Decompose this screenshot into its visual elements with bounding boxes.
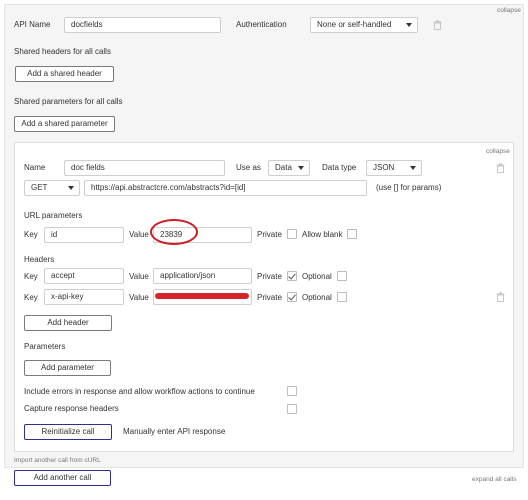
shared-headers-label: Shared headers for all calls: [14, 47, 111, 56]
http-method-value: GET: [31, 183, 48, 192]
highlight-annotation: [150, 219, 198, 245]
chevron-down-icon: [68, 186, 74, 190]
collapse-link[interactable]: collapse: [497, 6, 521, 16]
url-input[interactable]: https://api.abstractcre.com/abstracts?id…: [84, 180, 367, 196]
redaction-mark: [155, 293, 249, 299]
call-name-input[interactable]: doc fields: [64, 160, 225, 176]
header-optional-checkbox[interactable]: [337, 292, 347, 302]
allow-blank-label: Allow blank: [302, 230, 343, 239]
header-key-input[interactable]: x-api-key: [44, 289, 124, 305]
url-param-value-label: Value: [129, 230, 149, 239]
header-private-label: Private: [257, 293, 282, 302]
trash-icon[interactable]: [433, 20, 442, 30]
import-curl-link[interactable]: Import another call from cURL: [14, 456, 101, 466]
authentication-label: Authentication: [236, 20, 287, 29]
header-value-input[interactable]: application/json: [153, 268, 252, 284]
url-param-private-label: Private: [257, 230, 282, 239]
http-method-select[interactable]: GET: [24, 180, 80, 196]
headers-label: Headers: [24, 255, 55, 264]
add-shared-parameter-button[interactable]: Add a shared parameter: [14, 116, 115, 132]
use-as-select[interactable]: Data: [268, 160, 310, 176]
header-private-label: Private: [257, 272, 282, 281]
add-shared-header-button[interactable]: Add a shared header: [15, 66, 114, 82]
capture-headers-checkbox[interactable]: [287, 404, 297, 414]
name-label: Name: [24, 163, 46, 172]
url-param-key-label: Key: [24, 230, 38, 239]
data-type-label: Data type: [322, 163, 357, 172]
manually-enter-response-link[interactable]: Manually enter API response: [123, 426, 225, 438]
use-as-label: Use as: [236, 163, 261, 172]
add-another-call-button[interactable]: Add another call: [14, 470, 111, 486]
capture-headers-label: Capture response headers: [24, 404, 119, 413]
data-type-value: JSON: [373, 163, 395, 172]
api-name-label: API Name: [14, 20, 51, 29]
include-errors-checkbox[interactable]: [287, 386, 297, 396]
inner-collapse-link[interactable]: collapse: [486, 147, 510, 157]
header-key-label: Key: [24, 272, 38, 281]
chevron-down-icon: [298, 166, 304, 170]
url-param-private-checkbox[interactable]: [287, 229, 297, 239]
chevron-down-icon: [410, 166, 416, 170]
parameters-label: Parameters: [24, 342, 66, 351]
header-private-checkbox[interactable]: [287, 271, 297, 281]
header-optional-label: Optional: [302, 272, 332, 281]
trash-icon[interactable]: [496, 292, 505, 302]
data-type-select[interactable]: JSON: [366, 160, 422, 176]
include-errors-label: Include errors in response and allow wor…: [24, 387, 255, 396]
header-private-checkbox[interactable]: [287, 292, 297, 302]
url-hint: (use [] for params): [376, 183, 442, 192]
api-name-input[interactable]: docfields: [64, 17, 221, 33]
trash-icon[interactable]: [496, 163, 505, 173]
header-optional-label: Optional: [302, 293, 332, 302]
header-key-label: Key: [24, 293, 38, 302]
shared-parameters-label: Shared parameters for all calls: [14, 97, 123, 106]
reinitialize-call-button[interactable]: Reinitialize call: [24, 424, 112, 440]
header-optional-checkbox[interactable]: [337, 271, 347, 281]
url-param-key-input[interactable]: id: [44, 227, 124, 243]
header-value-label: Value: [129, 272, 149, 281]
authentication-select-value: None or self-handled: [317, 20, 392, 29]
header-key-input[interactable]: accept: [44, 268, 124, 284]
use-as-value: Data: [275, 163, 292, 172]
add-header-button[interactable]: Add header: [24, 315, 112, 331]
chevron-down-icon: [406, 23, 412, 27]
header-value-label: Value: [129, 293, 149, 302]
expand-all-calls-link[interactable]: expand all calls: [472, 475, 516, 485]
authentication-select[interactable]: None or self-handled: [310, 17, 418, 33]
add-parameter-button[interactable]: Add parameter: [24, 360, 111, 376]
allow-blank-checkbox[interactable]: [347, 229, 357, 239]
url-parameters-label: URL parameters: [24, 211, 83, 220]
